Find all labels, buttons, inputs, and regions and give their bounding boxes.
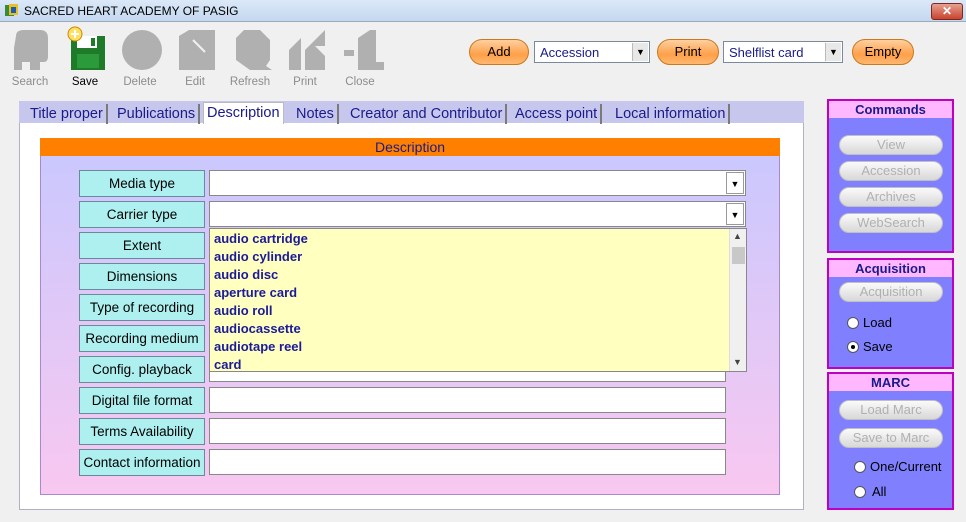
dropdown-option[interactable]: audio cartridge [214,231,308,246]
chevron-down-icon[interactable]: ▼ [726,203,744,225]
contact-information-field[interactable] [209,449,726,475]
accession-command-button[interactable]: Accession [839,161,943,181]
print-button[interactable]: Print [280,24,330,92]
print-icon [289,30,325,70]
refresh-label: Refresh [229,76,271,88]
all-radio-label: All [872,484,887,499]
close-button[interactable]: Close [335,24,385,92]
window-title: SACRED HEART ACADEMY OF PASIG [24,4,239,18]
refresh-button[interactable]: Refresh [225,24,275,92]
print-label: Print [293,76,317,88]
save-radio[interactable] [847,341,859,353]
load-radio-label: Load [863,315,892,330]
config-playback-label: Config. playback [79,356,205,383]
title-bar: SACRED HEART ACADEMY OF PASIG ✕ [0,0,966,22]
terms-availability-label: Terms Availability [79,418,205,445]
marc-panel: MARC Load Marc Save to Marc One/Current … [827,372,954,510]
load-marc-button[interactable]: Load Marc [839,400,943,420]
chevron-down-icon[interactable]: ▼ [632,43,648,61]
app-icon [5,4,18,16]
dropdown-option[interactable]: aperture card [214,285,297,300]
search-label: Search [11,76,49,88]
accession-select-value: Accession [540,45,600,60]
scroll-up-icon[interactable]: ▲ [733,231,742,241]
carrier-type-dropdown[interactable]: audio cartridge audio cylinder audio dis… [209,228,747,372]
save-icon [67,26,105,70]
scrollbar-thumb[interactable] [732,247,745,264]
edit-icon [179,30,215,70]
contact-information-label: Contact information [79,449,205,476]
dropdown-option[interactable]: audiotape reel [214,339,302,354]
edit-button[interactable]: Edit [170,24,220,92]
acquisition-header: Acquisition [829,260,952,277]
tab-description[interactable]: Description [203,102,284,124]
description-header: Description [40,138,780,156]
dropdown-scrollbar[interactable]: ▲ ▼ [729,229,746,371]
delete-icon [122,30,162,70]
acquisition-button[interactable]: Acquisition [839,282,943,302]
empty-button[interactable]: Empty [852,39,914,65]
close-icon [344,30,384,70]
dropdown-option[interactable]: audio cylinder [214,249,302,264]
archives-button[interactable]: Archives [839,187,943,207]
save-label: Save [71,76,99,88]
marc-header: MARC [829,374,952,391]
tab-notes[interactable]: Notes [293,104,339,124]
digital-file-format-field[interactable] [209,387,726,413]
edit-label: Edit [185,76,205,88]
save-to-marc-button[interactable]: Save to Marc [839,428,943,448]
terms-availability-field[interactable] [209,418,726,444]
chevron-down-icon[interactable]: ▼ [726,172,744,194]
search-button[interactable]: Search [5,24,55,92]
chevron-down-icon[interactable]: ▼ [825,43,841,61]
accession-select[interactable]: Accession ▼ [534,41,650,63]
view-button[interactable]: View [839,135,943,155]
acquisition-panel: Acquisition Acquisition Load Save [827,258,954,369]
report-select[interactable]: Shelflist card ▼ [723,41,843,63]
media-type-select[interactable]: ▼ [209,170,746,196]
close-label: Close [345,76,375,88]
carrier-type-select[interactable]: ▼ [209,201,746,227]
dimensions-label: Dimensions [79,263,205,290]
print-action-button[interactable]: Print [657,39,719,65]
scroll-down-icon[interactable]: ▼ [733,357,742,367]
refresh-icon [236,30,272,70]
commands-header: Commands [829,101,952,118]
window-close-button[interactable]: ✕ [931,3,963,20]
save-button[interactable]: Save [60,24,110,92]
media-type-label: Media type [79,170,205,197]
load-radio[interactable] [847,317,859,329]
dropdown-option[interactable]: audiocassette [214,321,301,336]
dropdown-option[interactable]: audio roll [214,303,273,318]
commands-panel: Commands View Accession Archives WebSear… [827,99,954,253]
delete-button[interactable]: Delete [115,24,165,92]
one-current-radio[interactable] [854,461,866,473]
one-current-radio-label: One/Current [870,459,942,474]
dropdown-option[interactable]: card [214,357,241,372]
save-radio-label: Save [863,339,893,354]
tab-publications[interactable]: Publications [114,104,201,124]
extent-label: Extent [79,232,205,259]
digital-file-format-label: Digital file format [79,387,205,414]
type-of-recording-label: Type of recording [79,294,205,321]
all-radio[interactable] [854,486,866,498]
carrier-type-label: Carrier type [79,201,205,228]
tab-title-proper[interactable]: Title proper [27,104,108,124]
dropdown-option[interactable]: audio disc [214,267,278,282]
tab-access-point[interactable]: Access point [512,104,603,124]
tab-local-information[interactable]: Local information [612,104,731,124]
websearch-button[interactable]: WebSearch [839,213,943,233]
recording-medium-label: Recording medium [79,325,205,352]
search-icon [14,30,48,70]
report-select-value: Shelflist card [729,45,804,60]
delete-label: Delete [123,76,157,88]
add-button[interactable]: Add [469,39,529,65]
tab-creator-contributor[interactable]: Creator and Contributor [347,104,508,124]
